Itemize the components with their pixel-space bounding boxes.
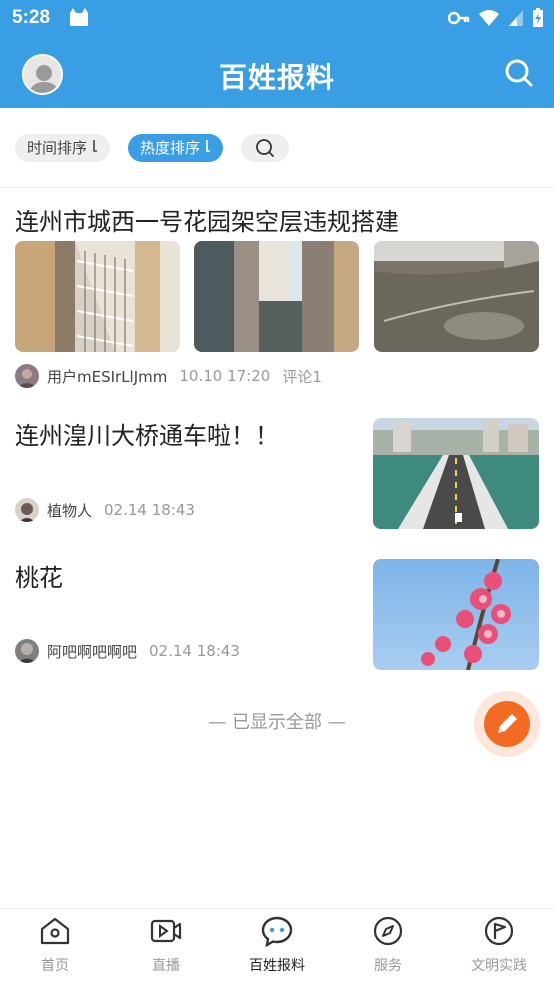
hot-sort-chip[interactable]: 热度排序 xyxy=(128,134,223,162)
page-title: 百姓报料 xyxy=(218,61,335,94)
post-item[interactable]: 连州湟川大桥通车啦！！ 植物人 02.14 18:43 xyxy=(0,402,554,544)
post-image[interactable] xyxy=(373,418,539,529)
nav-item-live[interactable]: 直播 xyxy=(111,909,221,985)
peach-blossom-image xyxy=(373,559,539,670)
pencil-icon xyxy=(498,714,517,733)
post-item[interactable]: 连州市城西一号花园架空层违规搭建 用户mESIrLlJmm 10.10 17:2… xyxy=(0,188,554,402)
nav-label: 首页 xyxy=(41,958,69,974)
nav-item-service[interactable]: 服务 xyxy=(333,909,443,985)
building-balcony-image xyxy=(15,241,180,352)
battery-icon xyxy=(533,8,543,27)
author-avatar-icon xyxy=(15,639,39,663)
nav-label: 文明实践 xyxy=(471,958,527,974)
author-avatar-icon xyxy=(15,498,39,522)
author-name[interactable]: 用户mESIrLlJmm xyxy=(47,366,167,387)
post-item[interactable]: 桃花 阿吧啊吧啊吧 02.14 18:43 xyxy=(0,544,554,686)
compose-button[interactable] xyxy=(484,701,530,747)
cat-notification-icon xyxy=(70,8,88,26)
app-bar: 百姓报料 xyxy=(0,36,554,108)
nav-item-report[interactable]: 百姓报料 xyxy=(222,909,332,985)
author-avatar-icon xyxy=(15,364,39,388)
author-avatar[interactable] xyxy=(15,498,39,522)
filter-search-button[interactable] xyxy=(241,134,289,162)
pillar-view-image xyxy=(194,241,359,352)
nav-label: 百姓报料 xyxy=(249,958,305,974)
signal-icon xyxy=(509,10,523,26)
author-avatar[interactable] xyxy=(15,364,39,388)
search-icon[interactable] xyxy=(504,58,534,88)
bottom-nav: 首页 直播 百姓报料 服务 文明实践 xyxy=(0,908,554,984)
vpn-key-icon xyxy=(448,11,470,25)
sort-arrow-icon xyxy=(92,140,97,152)
nav-label: 直播 xyxy=(152,958,180,974)
post-title: 连州市城西一号花园架空层违规搭建 xyxy=(15,208,399,236)
status-bar: 5:28 xyxy=(0,0,554,36)
nav-item-home[interactable]: 首页 xyxy=(0,909,110,985)
hot-sort-label: 热度排序 xyxy=(140,139,201,157)
time-sort-chip[interactable]: 时间排序 xyxy=(15,134,110,162)
nav-label: 服务 xyxy=(374,958,402,974)
post-time: 02.14 18:43 xyxy=(104,501,195,519)
concrete-floor-image xyxy=(374,241,539,352)
filter-bar: 时间排序 热度排序 xyxy=(0,108,554,188)
chat-icon xyxy=(261,916,293,947)
post-image[interactable] xyxy=(374,241,539,352)
status-time: 5:28 xyxy=(12,7,51,28)
post-title: 连州湟川大桥通车啦！！ xyxy=(15,422,279,450)
comment-count: 评论1 xyxy=(282,367,322,386)
author-name[interactable]: 植物人 xyxy=(47,500,92,521)
bridge-image xyxy=(373,418,539,529)
time-sort-label: 时间排序 xyxy=(27,139,88,157)
video-icon xyxy=(150,919,182,943)
post-image[interactable] xyxy=(15,241,180,352)
sort-arrow-icon xyxy=(205,140,210,152)
post-time: 02.14 18:43 xyxy=(149,642,240,660)
nav-item-civilization[interactable]: 文明实践 xyxy=(444,909,554,985)
flag-icon xyxy=(484,916,514,946)
post-time: 10.10 17:20 xyxy=(179,367,271,385)
author-name[interactable]: 阿吧啊吧啊吧 xyxy=(47,641,137,662)
post-image[interactable] xyxy=(373,559,539,670)
post-meta: 植物人 02.14 18:43 xyxy=(15,498,207,522)
home-icon xyxy=(40,917,70,945)
post-meta: 阿吧啊吧啊吧 02.14 18:43 xyxy=(15,639,252,663)
post-title: 桃花 xyxy=(15,564,63,592)
search-icon xyxy=(256,139,274,157)
compass-icon xyxy=(373,916,403,946)
wifi-icon xyxy=(479,10,499,26)
post-meta: 用户mESIrLlJmm 10.10 17:20 评论1 xyxy=(15,364,322,388)
author-avatar[interactable] xyxy=(15,639,39,663)
post-image[interactable] xyxy=(194,241,359,352)
end-of-list-note: — 已显示全部 — xyxy=(208,712,346,733)
